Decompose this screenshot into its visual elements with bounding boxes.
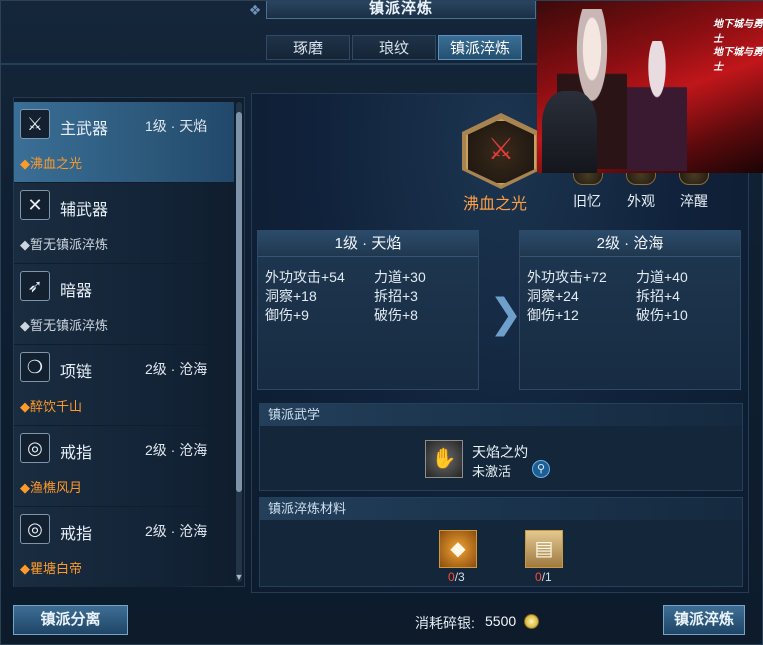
stat-value: 拆招+4 bbox=[636, 288, 680, 304]
stat-value: 外功攻击+72 bbox=[527, 269, 607, 285]
stat-value: 洞察+18 bbox=[265, 288, 317, 304]
next-stats-box: 2级 · 沧海 外功攻击+72 力道+40 洞察+24 拆招+4 御伤+12 破… bbox=[519, 230, 741, 390]
subnav-memory[interactable]: 旧忆 bbox=[573, 191, 601, 211]
equipment-item-ring-1[interactable]: ◎ 戒指 2级 · 沧海 ◆渔樵风月 bbox=[14, 426, 234, 506]
title-ornament-left-icon: ❖ bbox=[248, 2, 262, 18]
subnav-awaken[interactable]: 淬醒 bbox=[680, 191, 708, 211]
upgrade-arrow-icon: ❯ bbox=[489, 292, 523, 336]
equipment-status: ◆暂无镇派淬炼 bbox=[20, 237, 109, 252]
refine-window: 镇派淬炼 ❖ ❖ 琢磨 琅纹 镇派淬炼 ⚔ 主武器 1级 · 天焰 ◆沸血之光 … bbox=[0, 0, 763, 645]
scrollbar-thumb[interactable] bbox=[236, 112, 242, 492]
separate-button[interactable]: 镇派分离 bbox=[13, 605, 128, 635]
equipment-name: 辅武器 bbox=[60, 202, 109, 219]
equipment-level: 2级 · 沧海 bbox=[145, 523, 208, 539]
equipment-name: 暗器 bbox=[60, 283, 93, 300]
equipment-level: 2级 · 沧海 bbox=[145, 442, 208, 458]
equipment-status: ◆暂无镇派淬炼 bbox=[20, 318, 109, 333]
scroll-down-icon[interactable]: ▼ bbox=[233, 572, 245, 582]
materials-section: 镇派淬炼材料 bbox=[259, 497, 743, 587]
promo-artwork: 地下城与勇士 地下城与勇士 bbox=[537, 1, 763, 173]
current-level-header: 1级 · 天焰 bbox=[258, 231, 478, 257]
stat-value: 御伤+12 bbox=[527, 307, 579, 323]
current-stats-box: 1级 · 天焰 外功攻击+54 力道+30 洞察+18 拆招+3 御伤+9 破伤… bbox=[257, 230, 479, 390]
red-blade-icon: ⚔ bbox=[487, 133, 515, 166]
equipment-status: ◆渔樵风月 bbox=[20, 480, 83, 495]
equipment-name: 项链 bbox=[60, 364, 93, 381]
stat-value: 御伤+9 bbox=[265, 307, 309, 323]
skill-name: 天焰之灼 bbox=[472, 444, 528, 460]
scroll-icon[interactable]: ▤ bbox=[525, 530, 563, 568]
character-figure bbox=[542, 91, 597, 173]
stat-value: 外功攻击+54 bbox=[265, 269, 345, 285]
skill-icon[interactable]: ✋ bbox=[425, 440, 463, 478]
material-count: 0/1 bbox=[535, 570, 552, 584]
equipment-name: 主武器 bbox=[60, 121, 109, 138]
stat-value: 拆招+3 bbox=[374, 288, 418, 304]
tab-engrave[interactable]: 琅纹 bbox=[352, 35, 436, 60]
subnav-appearance[interactable]: 外观 bbox=[627, 191, 655, 211]
character-figure bbox=[627, 41, 687, 171]
equipment-level: 2级 · 沧海 bbox=[145, 361, 208, 377]
ring-icon: ◎ bbox=[20, 514, 50, 544]
stat-value: 破伤+10 bbox=[636, 307, 688, 323]
cost-value: 5500 bbox=[485, 613, 517, 629]
equipment-status: ◆瞿塘白帝 bbox=[20, 561, 83, 576]
equipment-item-hidden-weapon[interactable]: ➶ 暗器 ◆暂无镇派淬炼 bbox=[14, 264, 234, 344]
window-title: 镇派淬炼 bbox=[266, 1, 536, 19]
necklace-icon: ❍ bbox=[20, 352, 50, 382]
game-logo: 地下城与勇士 bbox=[713, 19, 763, 45]
next-level-header: 2级 · 沧海 bbox=[520, 231, 740, 257]
section-title: 镇派武学 bbox=[260, 404, 742, 426]
weapon-name: 沸血之光 bbox=[463, 196, 528, 213]
equipment-status: ◆沸血之光 bbox=[20, 156, 83, 171]
dart-icon: ➶ bbox=[20, 271, 50, 301]
current-stats: 外功攻击+54 力道+30 洞察+18 拆招+3 御伤+9 破伤+8 bbox=[265, 268, 475, 324]
equipment-item-ring-2[interactable]: ◎ 戒指 2级 · 沧海 ◆瞿塘白帝 bbox=[14, 507, 234, 587]
search-icon[interactable]: ⚲ bbox=[532, 460, 550, 478]
equipment-status: ◆醉饮千山 bbox=[20, 399, 83, 414]
refine-button[interactable]: 镇派淬炼 bbox=[663, 605, 745, 635]
cost-label: 消耗碎银: bbox=[415, 615, 475, 631]
stat-value: 破伤+8 bbox=[374, 307, 418, 323]
material-count: 0/3 bbox=[448, 570, 465, 584]
equipment-list: ⚔ 主武器 1级 · 天焰 ◆沸血之光 ✕ 辅武器 ◆暂无镇派淬炼 ➶ 暗器 ◆… bbox=[13, 97, 245, 587]
section-title: 镇派淬炼材料 bbox=[260, 498, 742, 520]
silver-coin-icon bbox=[524, 614, 539, 629]
equipment-item-main-weapon[interactable]: ⚔ 主武器 1级 · 天焰 ◆沸血之光 bbox=[14, 102, 234, 182]
equipment-item-necklace[interactable]: ❍ 项链 2级 · 沧海 ◆醉饮千山 bbox=[14, 345, 234, 425]
equipment-name: 戒指 bbox=[60, 445, 93, 462]
game-logo: 地下城与勇士 bbox=[713, 47, 763, 73]
stat-value: 力道+40 bbox=[636, 269, 688, 285]
equipment-name: 戒指 bbox=[60, 526, 93, 543]
next-stats: 外功攻击+72 力道+40 洞察+24 拆招+4 御伤+12 破伤+10 bbox=[527, 268, 737, 324]
stat-value: 洞察+24 bbox=[527, 288, 579, 304]
crystal-icon[interactable]: ◆ bbox=[439, 530, 477, 568]
ring-icon: ◎ bbox=[20, 433, 50, 463]
tab-polish[interactable]: 琢磨 bbox=[266, 35, 350, 60]
dual-blade-icon: ✕ bbox=[20, 190, 50, 220]
tab-bar: 琢磨 琅纹 镇派淬炼 bbox=[266, 35, 522, 60]
stat-value: 力道+30 bbox=[374, 269, 426, 285]
equipment-item-off-weapon[interactable]: ✕ 辅武器 ◆暂无镇派淬炼 bbox=[14, 183, 234, 263]
skill-status: 未激活 bbox=[472, 464, 512, 479]
tab-refine[interactable]: 镇派淬炼 bbox=[438, 35, 522, 60]
equipment-level: 1级 · 天焰 bbox=[145, 118, 208, 134]
sword-icon: ⚔ bbox=[20, 109, 50, 139]
